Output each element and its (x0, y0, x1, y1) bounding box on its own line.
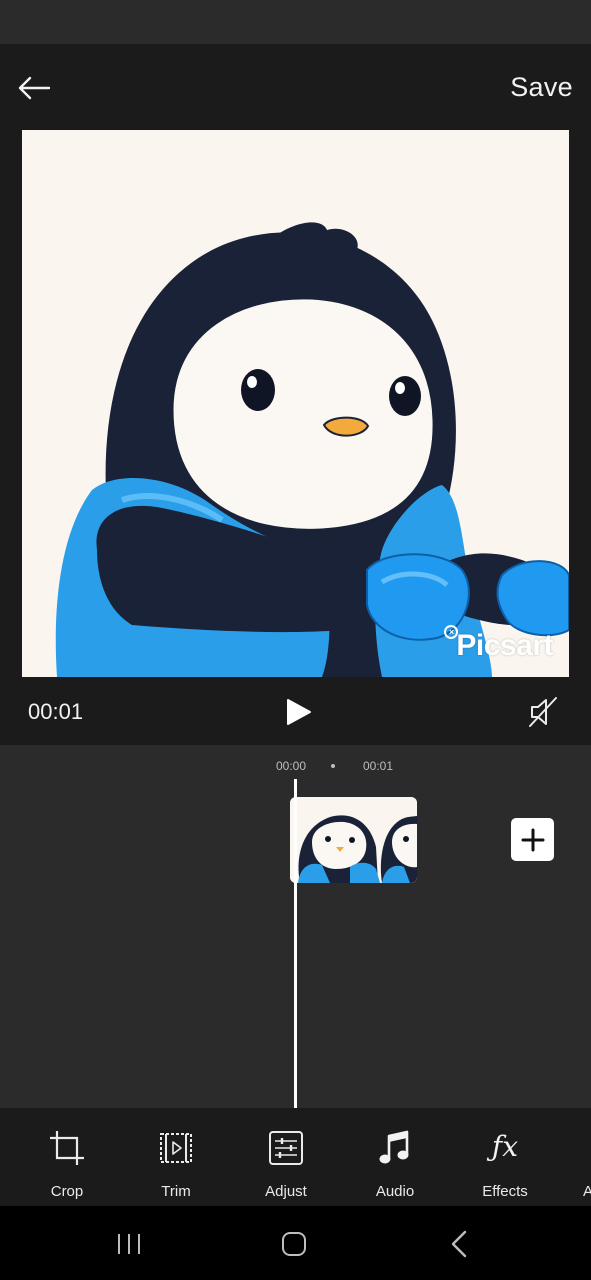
player-controls: 00:01 (0, 677, 591, 745)
current-time: 00:01 (28, 699, 84, 724)
tool-next-partial[interactable]: A (575, 1108, 591, 1206)
add-clip-button[interactable] (511, 818, 554, 861)
recent-apps-button[interactable] (109, 1224, 149, 1264)
trim-icon (160, 1133, 192, 1163)
penguin-image (55, 222, 569, 677)
svg-text:ƒx: ƒx (486, 1130, 518, 1163)
tool-effects[interactable]: ƒx Effects (455, 1108, 555, 1206)
tool-label: Effects (482, 1183, 528, 1200)
tick-dot (331, 764, 335, 768)
recent-apps-icon (118, 1234, 140, 1254)
watermark-text: Picsart (456, 629, 553, 662)
status-bar (0, 0, 591, 44)
tool-label: Trim (161, 1183, 191, 1200)
edit-toolbar: Crop Trim Adjust Audio ƒx Effects A (0, 1108, 591, 1206)
music-note-icon (379, 1130, 409, 1164)
tool-audio[interactable]: Audio (345, 1108, 445, 1206)
tool-label: Adjust (265, 1183, 307, 1200)
plus-icon (521, 828, 544, 851)
play-button[interactable] (282, 697, 314, 727)
top-bar: Save (0, 44, 591, 130)
adjust-icon (269, 1131, 303, 1165)
play-icon (287, 699, 311, 725)
chevron-left-icon (451, 1230, 467, 1258)
home-icon (282, 1232, 306, 1256)
playhead[interactable] (294, 779, 297, 1108)
arrow-left-icon (18, 76, 51, 100)
picsart-watermark: × Picsart (444, 625, 553, 663)
back-nav-button[interactable] (440, 1224, 480, 1264)
video-clip[interactable] (290, 797, 417, 883)
speaker-muted-icon (529, 697, 557, 727)
home-button[interactable] (274, 1224, 314, 1264)
tick-label: 00:00 (276, 759, 307, 773)
tool-trim[interactable]: Trim (126, 1108, 226, 1206)
video-preview[interactable]: × Picsart (22, 130, 569, 677)
tool-label: Crop (50, 1183, 84, 1200)
tick-label: 00:01 (363, 759, 394, 773)
tool-label: A (583, 1183, 591, 1200)
tool-crop[interactable]: Crop (17, 1108, 117, 1206)
fx-icon: ƒx (486, 1130, 518, 1163)
clip-thumbnails (290, 797, 417, 883)
save-button[interactable]: Save (510, 72, 573, 103)
system-nav-bar (0, 1206, 591, 1280)
timeline[interactable]: 00:00 00:01 (0, 745, 591, 1108)
tool-label: Audio (375, 1183, 415, 1200)
tool-adjust[interactable]: Adjust (236, 1108, 336, 1206)
crop-icon (50, 1131, 84, 1165)
back-button[interactable] (10, 68, 58, 108)
mute-button[interactable] (526, 695, 560, 729)
